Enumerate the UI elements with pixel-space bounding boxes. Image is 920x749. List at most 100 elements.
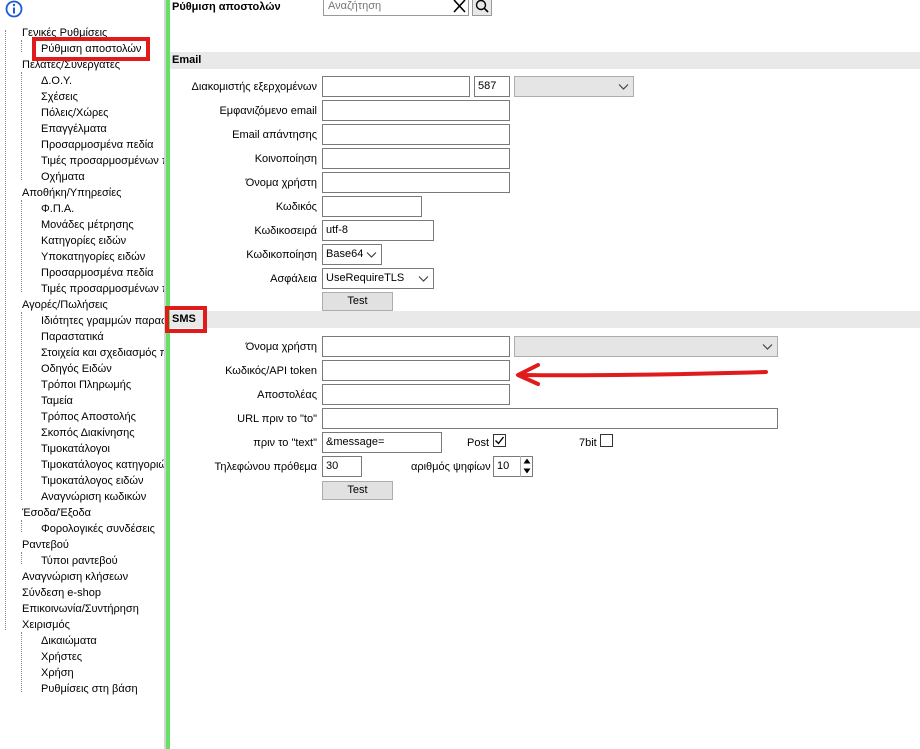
spin-buttons[interactable] [520,456,532,477]
chevron-down-icon [762,344,773,350]
tree-item[interactable]: Οδηγός Ειδών [41,361,112,377]
tree-item[interactable]: Τύποι ραντεβού [41,553,118,569]
sms-url-label: URL πριν το "to" [237,413,317,425]
tree-item[interactable]: Χειρισμός [22,617,70,633]
email-username-field[interactable] [322,172,510,193]
display-email-field[interactable] [322,100,510,121]
tree-item[interactable]: Αποθήκη/Υπηρεσίες [22,185,121,201]
clear-search-icon[interactable] [451,0,467,14]
tree-item[interactable]: Ιδιότητες γραμμών παραστ [41,313,166,329]
tree-item[interactable]: Φορολογικές συνδέσεις [41,521,155,537]
sms-provider-select[interactable] [514,336,778,357]
display-email-label: Εμφανιζόμενο email [219,105,317,117]
server-label: Διακομιστής εξερχομένων [191,81,317,93]
reply-email-field[interactable] [322,124,510,145]
tree-item[interactable]: Αγορές/Πωλήσεις [22,297,108,313]
encoding-value: Base64 [326,248,364,260]
charset-label: Κωδικοσειρά [254,225,317,237]
tree-item[interactable]: Δ.Ο.Υ. [41,73,72,89]
tree-item[interactable]: Τιμοκατάλογος κατηγοριώ [41,457,166,473]
info-icon[interactable] [5,0,23,18]
sms-digits-label: αριθμός ψηφίων [411,461,491,473]
tree-item[interactable]: Επαγγέλματα [41,121,107,137]
tree-item[interactable]: Επικοινωνία/Συντήρηση [22,601,139,617]
sms-sender-field[interactable] [322,384,510,405]
checkmark-icon [495,436,505,445]
sms-token-label: Κωδικός/API token [225,365,317,377]
spin-up-icon[interactable] [521,456,533,466]
tree-item[interactable]: Μονάδες μέτρησης [41,217,134,233]
tree-item[interactable]: Προσαρμοσμένα πεδία [41,265,154,281]
server-preset-select[interactable] [514,76,634,97]
accent-bar [166,0,170,749]
sms-before-text-label: πριν το "text" [253,437,317,449]
sms-username-field[interactable] [322,336,510,357]
sms-username-label: Όνομα χρήστη [245,341,317,353]
server-field[interactable] [322,76,470,97]
chevron-down-icon [618,84,629,90]
encoding-label: Κωδικοποίηση [246,249,317,261]
sms-sender-label: Αποστολέας [257,389,317,401]
tree-item[interactable]: Τρόπος Αποστολής [41,409,136,425]
tree-item[interactable]: Δικαιώματα [41,633,97,649]
tree-item[interactable]: Οχήματα [41,169,85,185]
security-select[interactable]: UseRequireTLS [322,268,434,289]
tree-item[interactable]: Αναγνώριση κλήσεων [22,569,128,585]
search-button[interactable] [472,0,492,16]
annotation-arrow [516,363,768,386]
email-username-label: Όνομα χρήστη [245,177,317,189]
cc-field[interactable] [322,148,510,169]
tree-item[interactable]: Ραντεβού [22,537,69,553]
tree-item[interactable]: Υποκατηγορίες ειδών [41,249,145,265]
chevron-down-icon [418,276,429,282]
cc-label: Κοινοποίηση [254,153,317,165]
email-password-label: Κωδικός [275,201,317,213]
tree-item[interactable]: Ταμεία [41,393,73,409]
page-title: Ρύθμιση αποστολών [172,1,281,13]
chevron-down-icon [366,252,377,258]
tree-item[interactable]: Αναγνώριση κωδικών [41,489,146,505]
sms-url-field[interactable] [322,408,778,429]
reply-email-label: Email απάντησης [232,129,317,141]
sms-digits-value: 10 [497,460,510,472]
charset-field[interactable]: utf-8 [322,220,434,241]
post-checkbox[interactable] [493,434,506,447]
tree-item[interactable]: Παραστατικά [41,329,104,345]
tree-item[interactable]: Προσαρμοσμένα πεδία [41,137,154,153]
sms-prefix-field[interactable]: 30 [322,456,362,477]
annotation-highlight-box [165,306,207,333]
tree-item[interactable]: Φ.Π.Α. [41,201,74,217]
tree-item[interactable]: Κατηγορίες ειδών [41,233,126,249]
tree-item[interactable]: Χρήστες [41,649,82,665]
encoding-select[interactable]: Base64 [322,244,382,265]
tree-item[interactable]: Ρυθμίσεις στη βάση [41,681,138,697]
sms-prefix-label: Τηλεφώνου πρόθεμα [214,461,317,473]
sms-token-field[interactable] [322,360,510,381]
email-password-field[interactable] [322,196,422,217]
security-label: Ασφάλεια [270,273,317,285]
tree-item[interactable]: Τιμοκατάλογοι [41,441,110,457]
tree-item[interactable]: Τιμές προσαρμοσμένων π [41,281,166,297]
annotation-highlight-box [32,37,150,61]
search-input[interactable] [323,0,469,16]
spin-down-icon[interactable] [521,466,533,476]
port-field[interactable]: 587 [474,76,510,97]
settings-tree: Γενικές Ρυθμίσεις Ρύθμιση αποστολών Πελά… [0,0,166,749]
tree-item[interactable]: Τιμοκατάλογος ειδών [41,473,143,489]
tree-item[interactable]: Έσοδα/Έξοδα [22,505,91,521]
tree-item[interactable]: Πόλεις/Χώρες [41,105,108,121]
tree-item[interactable]: Τιμές προσαρμοσμένων π [41,153,166,169]
email-test-button[interactable]: Test [322,292,393,311]
sms-before-text-field[interactable]: &message= [322,432,442,453]
tree-item[interactable]: Στοιχεία και σχεδιασμός π [41,345,166,361]
sms-digits-stepper[interactable]: 10 [493,456,533,477]
tree-item[interactable]: Σχέσεις [41,89,78,105]
tree-item[interactable]: Χρήση [41,665,74,681]
sevenbit-checkbox[interactable] [600,434,613,447]
post-label: Post [467,437,490,449]
tree-item[interactable]: Τρόποι Πληρωμής [41,377,131,393]
tree-item[interactable]: Σκοπός Διακίνησης [41,425,135,441]
tree-item[interactable]: Σύνδεση e-shop [22,585,101,601]
security-value: UseRequireTLS [326,272,405,284]
sms-test-button[interactable]: Test [322,481,393,500]
